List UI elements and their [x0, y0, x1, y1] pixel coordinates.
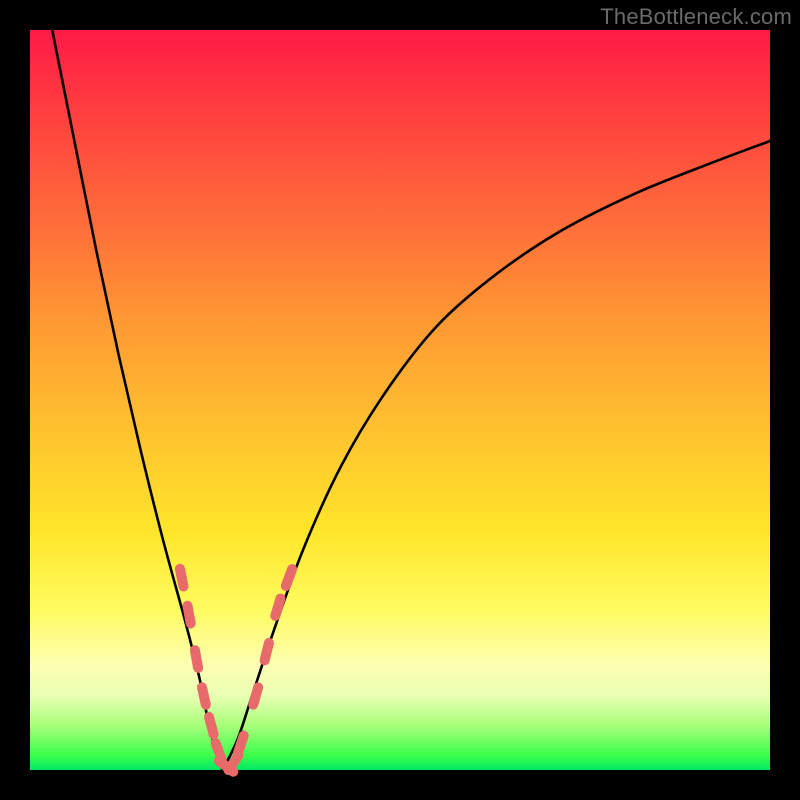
highlight-point: [209, 717, 214, 734]
highlight-point: [238, 736, 244, 753]
bottleneck-curve: [52, 30, 770, 770]
highlight-point: [187, 606, 190, 624]
highlight-point: [286, 569, 292, 586]
curve-right-branch: [222, 141, 770, 770]
highlight-point: [180, 569, 184, 587]
highlight-point: [275, 599, 280, 616]
watermark-text: TheBottleneck.com: [600, 4, 792, 30]
highlight-point: [253, 687, 258, 704]
highlight-point: [265, 643, 269, 660]
highlight-point: [202, 687, 206, 705]
chart-svg: [30, 30, 770, 770]
highlight-point: [195, 650, 198, 668]
chart-frame: TheBottleneck.com: [0, 0, 800, 800]
